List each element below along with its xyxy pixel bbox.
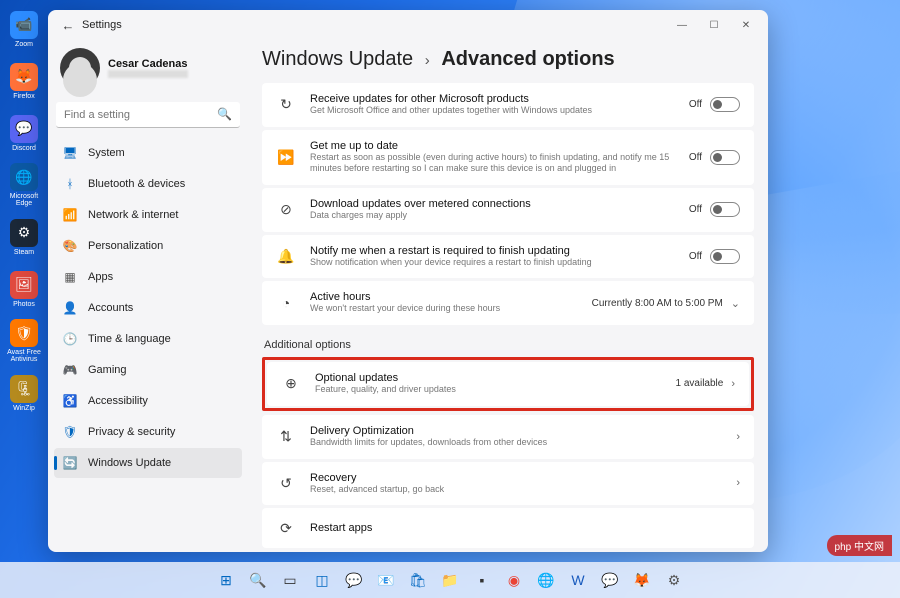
avatar (60, 48, 100, 88)
taskbar-settings[interactable]: ⚙ (661, 567, 687, 593)
toggle-switch[interactable] (710, 249, 740, 264)
taskbar-search[interactable]: 🔍 (245, 567, 271, 593)
desktop-icon-winzip[interactable]: 🗜WinZip (6, 370, 42, 416)
sidebar-item-apps[interactable]: ▦Apps (54, 262, 242, 292)
setting-row[interactable]: ⏩ Get me up to dateRestart as soon as po… (262, 130, 754, 185)
nav-icon: 🛡 (62, 424, 78, 440)
restart-apps-row[interactable]: ⟳ Restart apps (262, 508, 754, 548)
desktop-icon-photos[interactable]: 🖼Photos (6, 266, 42, 312)
recovery-icon: ↺ (276, 473, 296, 493)
sidebar-item-network-internet[interactable]: 📶Network & internet (54, 200, 242, 230)
desktop-icon-microsoft-edge[interactable]: 🌐Microsoft Edge (6, 162, 42, 208)
sidebar-item-windows-update[interactable]: 🔄Windows Update (54, 448, 242, 478)
setting-row[interactable]: 🔔 Notify me when a restart is required t… (262, 235, 754, 279)
restart-icon: ⟳ (276, 518, 296, 538)
optional-badge: 1 available (676, 378, 724, 389)
taskbar-store[interactable]: 🛍 (405, 567, 431, 593)
setting-icon: 🔔 (276, 247, 296, 267)
sidebar-item-bluetooth-devices[interactable]: ᚼBluetooth & devices (54, 169, 242, 199)
setting-row[interactable]: ⊘ Download updates over metered connecti… (262, 188, 754, 232)
taskbar-start[interactable]: ⊞ (213, 567, 239, 593)
taskbar-firefox[interactable]: 🦊 (629, 567, 655, 593)
taskbar-word[interactable]: W (565, 567, 591, 593)
breadcrumb-parent[interactable]: Windows Update (262, 48, 413, 70)
chevron-down-icon: ⌄ (731, 297, 740, 310)
nav-icon: ♿ (62, 393, 78, 409)
back-button[interactable]: ← (54, 18, 82, 33)
taskbar-widgets[interactable]: ◫ (309, 567, 335, 593)
chevron-right-icon: › (425, 52, 430, 69)
taskbar-taskview[interactable]: ▭ (277, 567, 303, 593)
minimize-button[interactable]: — (666, 11, 698, 39)
toggle-switch[interactable] (710, 202, 740, 217)
sidebar-item-gaming[interactable]: 🎮Gaming (54, 355, 242, 385)
titlebar: ← Settings — ☐ ✕ (48, 10, 768, 40)
maximize-button[interactable]: ☐ (698, 11, 730, 39)
sidebar-item-personalization[interactable]: 🎨Personalization (54, 231, 242, 261)
taskbar-discord[interactable]: 💬 (597, 567, 623, 593)
main-content: Windows Update › Advanced options ↻ Rece… (248, 40, 768, 552)
desktop-icon-zoom[interactable]: 📹Zoom (6, 6, 42, 52)
plus-circle-icon: ⊕ (281, 374, 301, 394)
setting-icon: ⊘ (276, 200, 296, 220)
sidebar-item-accounts[interactable]: 👤Accounts (54, 293, 242, 323)
sidebar-item-system[interactable]: 🖥System (54, 138, 242, 168)
window-title: Settings (82, 19, 122, 31)
search-icon: 🔍 (217, 107, 232, 121)
nav-icon: 📶 (62, 207, 78, 223)
breadcrumb-current: Advanced options (441, 48, 614, 70)
toggle-switch[interactable] (710, 97, 740, 112)
chevron-right-icon: › (731, 378, 735, 390)
active-hours-value: Currently 8:00 AM to 5:00 PM (592, 298, 723, 309)
toggle-switch[interactable] (710, 150, 740, 165)
user-email (108, 70, 188, 78)
active-hours-row[interactable]: ◔ Active hours We won't restart your dev… (262, 281, 754, 325)
optional-updates-row[interactable]: ⊕ Optional updates Feature, quality, and… (267, 362, 749, 406)
chevron-right-icon: › (736, 431, 740, 443)
clock-icon: ◔ (276, 293, 296, 313)
sidebar-item-accessibility[interactable]: ♿Accessibility (54, 386, 242, 416)
watermark: php 中文网 (827, 535, 892, 556)
user-name: Cesar Cadenas (108, 58, 188, 70)
desktop-icon-steam[interactable]: ⚙Steam (6, 214, 42, 260)
taskbar-edge[interactable]: 🌐 (533, 567, 559, 593)
nav-icon: ▦ (62, 269, 78, 285)
section-label: Additional options (264, 339, 754, 351)
delivery-optimization-row[interactable]: ⇅ Delivery Optimization Bandwidth limits… (262, 415, 754, 459)
taskbar-chrome[interactable]: ◉ (501, 567, 527, 593)
search-input[interactable] (56, 102, 240, 128)
sidebar-item-time-language[interactable]: 🕒Time & language (54, 324, 242, 354)
profile[interactable]: Cesar Cadenas (54, 44, 242, 98)
nav-icon: 🎮 (62, 362, 78, 378)
sidebar-item-privacy-security[interactable]: 🛡Privacy & security (54, 417, 242, 447)
setting-icon: ⏩ (276, 147, 296, 167)
setting-row[interactable]: ↻ Receive updates for other Microsoft pr… (262, 83, 754, 127)
desktop-icon-discord[interactable]: 💬Discord (6, 110, 42, 156)
nav-icon: ᚼ (62, 176, 78, 192)
nav-icon: 🎨 (62, 238, 78, 254)
highlight-box: ⊕ Optional updates Feature, quality, and… (262, 357, 754, 411)
desktop-icon-avast-free-antivirus[interactable]: 🛡Avast Free Antivirus (6, 318, 42, 364)
settings-window: ← Settings — ☐ ✕ Cesar Cadenas 🔍 🖥System… (48, 10, 768, 552)
taskbar: ⊞🔍▭◫💬📧🛍📁▪◉🌐W💬🦊⚙ (0, 562, 900, 598)
nav-icon: 👤 (62, 300, 78, 316)
taskbar-terminal[interactable]: ▪ (469, 567, 495, 593)
taskbar-mail[interactable]: 📧 (373, 567, 399, 593)
close-button[interactable]: ✕ (730, 11, 762, 39)
nav-icon: 🖥 (62, 145, 78, 161)
taskbar-explorer[interactable]: 📁 (437, 567, 463, 593)
nav-icon: 🕒 (62, 331, 78, 347)
chevron-right-icon: › (736, 477, 740, 489)
desktop-icon-firefox[interactable]: 🦊Firefox (6, 58, 42, 104)
sidebar: Cesar Cadenas 🔍 🖥SystemᚼBluetooth & devi… (48, 40, 248, 552)
setting-icon: ↻ (276, 95, 296, 115)
delivery-icon: ⇅ (276, 427, 296, 447)
search-box[interactable]: 🔍 (56, 102, 240, 128)
nav-icon: 🔄 (62, 455, 78, 471)
taskbar-chat[interactable]: 💬 (341, 567, 367, 593)
breadcrumb: Windows Update › Advanced options (262, 48, 754, 71)
recovery-row[interactable]: ↺ Recovery Reset, advanced startup, go b… (262, 462, 754, 506)
